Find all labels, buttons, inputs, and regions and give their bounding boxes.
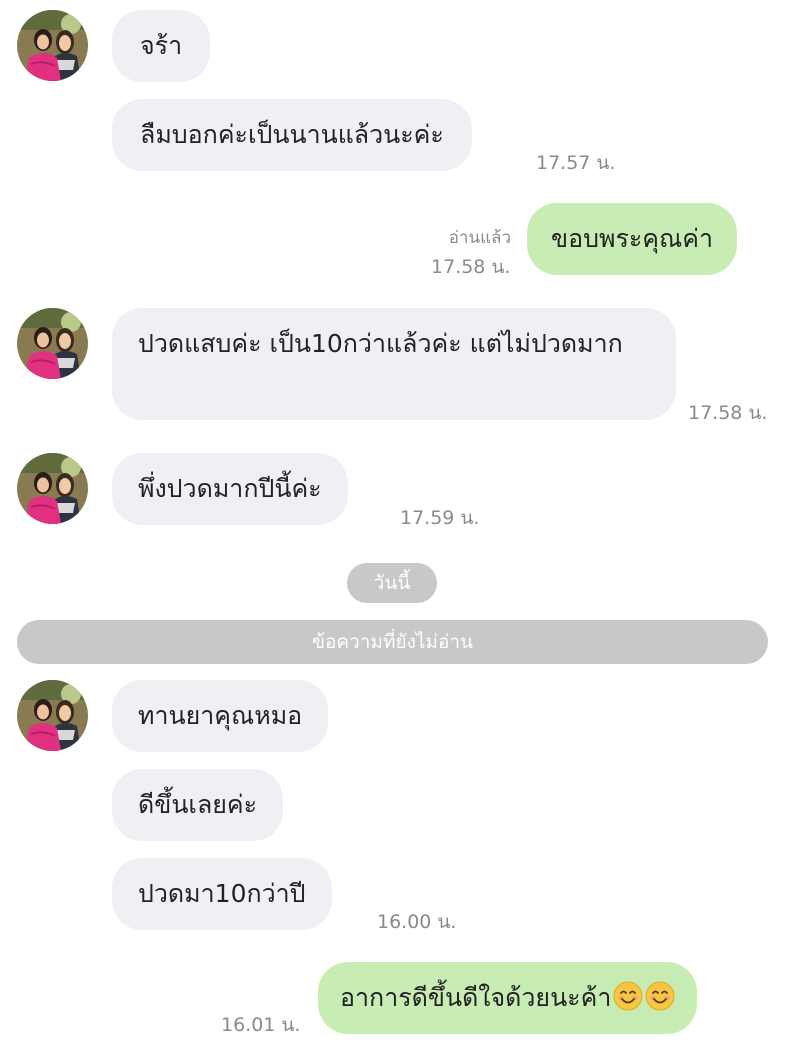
unread-messages-divider: ข้อความที่ยังไม่อ่าน (17, 620, 768, 664)
read-receipt: อ่านแล้ว (448, 228, 511, 248)
incoming-message-bubble[interactable]: จร้า (112, 10, 211, 82)
outgoing-message-bubble[interactable]: ขอบพระคุณค่า (527, 203, 737, 275)
message-text: ลืมบอกค่ะเป็นนานแล้วนะค่ะ (140, 120, 444, 149)
incoming-message-bubble[interactable]: ปวดมา10กว่าปี (112, 858, 332, 930)
avatar-photo-icon (17, 680, 88, 751)
date-separator: วันนี้ (347, 563, 437, 603)
avatar-photo-icon (17, 453, 88, 524)
avatar-photo-icon (17, 308, 88, 379)
message-timestamp: 17.58 น. (431, 256, 511, 278)
incoming-message-bubble[interactable]: ปวดแสบค่ะ เป็น10กว่าแล้วค่ะ แต่ไม่ปวดมาก (112, 308, 676, 420)
smiling-face-emoji-icon (645, 981, 675, 1011)
message-text: ดีขึ้นเลยค่ะ (138, 790, 258, 819)
message-text: อาการดีขึ้นดีใจด้วยนะค้า (340, 983, 612, 1012)
message-text: ปวดมา10กว่าปี (138, 879, 306, 908)
message-timestamp: 17.57 น. (536, 152, 616, 174)
message-text: พึ่งปวดมากปีนี้ค่ะ (138, 474, 322, 503)
message-timestamp: 17.59 น. (400, 507, 480, 529)
contact-avatar[interactable] (17, 453, 88, 524)
incoming-message-bubble[interactable]: พึ่งปวดมากปีนี้ค่ะ (112, 453, 348, 525)
outgoing-message-bubble[interactable]: อาการดีขึ้นดีใจด้วยนะค้า (318, 962, 698, 1034)
message-text: ปวดแสบค่ะ เป็น10กว่าแล้วค่ะ แต่ไม่ปวดมาก (138, 329, 623, 358)
message-timestamp: 16.00 น. (377, 911, 457, 933)
chat-history[interactable]: จร้า ลืมบอกค่ะเป็นนานแล้วนะค่ะ 17.57 น. … (0, 0, 785, 1036)
incoming-message-bubble[interactable]: ทานยาคุณหมอ (112, 680, 329, 752)
message-text: ขอบพระคุณค่า (551, 224, 713, 253)
incoming-message-bubble[interactable]: ลืมบอกค่ะเป็นนานแล้วนะค่ะ (112, 99, 472, 171)
incoming-message-bubble[interactable]: ดีขึ้นเลยค่ะ (112, 769, 284, 841)
message-timestamp: 17.58 น. (688, 402, 768, 424)
message-text: ทานยาคุณหมอ (138, 701, 303, 730)
contact-avatar[interactable] (17, 10, 88, 81)
message-timestamp: 16.01 น. (221, 1014, 301, 1036)
smiling-face-emoji-icon (613, 981, 643, 1011)
contact-avatar[interactable] (17, 680, 88, 751)
message-text: จร้า (140, 31, 183, 60)
avatar-photo-icon (17, 10, 88, 81)
contact-avatar[interactable] (17, 308, 88, 379)
